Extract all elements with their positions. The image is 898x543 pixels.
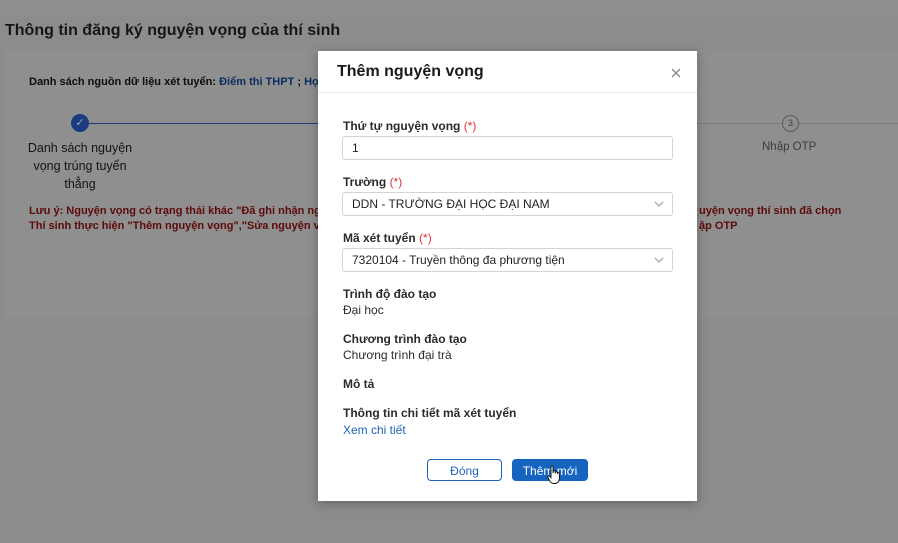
- required-mark: (*): [389, 175, 403, 189]
- order-input[interactable]: 1: [342, 136, 673, 160]
- required-mark: (*): [463, 119, 477, 133]
- modal-title: Thêm nguyện vọng: [337, 63, 484, 80]
- program-value: Chương trình đại trà: [343, 348, 452, 362]
- education-level-label: Trình độ đào tạo: [343, 287, 437, 301]
- source-list-label: Danh sách nguồn dữ liệu xét tuyển:: [29, 76, 217, 88]
- add-preference-modal: Thêm nguyện vọng Thứ tự nguyện vọng (*) …: [318, 51, 697, 501]
- step-3-label: Nhập OTP: [762, 141, 817, 153]
- source-separator: ;: [297, 76, 302, 88]
- step-connector: [798, 123, 898, 124]
- hand-cursor-icon: [547, 465, 560, 484]
- step-connector: [697, 123, 782, 124]
- step-1-check-icon: ✓: [71, 114, 89, 132]
- step-connector: [89, 123, 318, 124]
- chevron-down-icon: [654, 257, 664, 263]
- program-label: Chương trình đào tạo: [343, 332, 467, 346]
- admission-code-select[interactable]: 7320104 - Truyền thông đa phương tiện: [342, 248, 673, 272]
- top-bar: [0, 0, 898, 16]
- view-details-link[interactable]: Xem chi tiết: [343, 423, 406, 437]
- close-icon[interactable]: [669, 66, 683, 80]
- admission-code-label: Mã xét tuyển (*): [343, 231, 432, 245]
- note-line-2: Thí sinh thực hiện "Thêm nguyện vọng","S…: [29, 220, 320, 232]
- order-label: Thứ tự nguyện vọng (*): [343, 119, 477, 133]
- school-label: Trường (*): [343, 175, 403, 189]
- note-line-2-right: ập OTP: [699, 220, 738, 232]
- modal-header: Thêm nguyện vọng: [318, 51, 697, 93]
- description-label: Mô tả: [343, 377, 375, 391]
- education-level-value: Đại học: [343, 303, 384, 317]
- step-1-label: Danh sách nguyện vọng trúng tuyển thẳng: [27, 141, 133, 191]
- details-label: Thông tin chi tiết mã xét tuyển: [343, 406, 517, 420]
- step-3-number: 3: [782, 115, 799, 132]
- page-title: Thông tin đăng ký nguyện vọng của thí si…: [5, 22, 341, 39]
- required-mark: (*): [419, 231, 432, 245]
- source-list: Danh sách nguồn dữ liệu xét tuyển: Điểm …: [29, 76, 325, 88]
- note-line-1-right: uyện vọng thí sinh đã chọn: [699, 205, 842, 217]
- close-button[interactable]: Đóng: [427, 459, 502, 481]
- source-item-thpt[interactable]: Điểm thi THPT: [219, 76, 294, 88]
- chevron-down-icon: [654, 201, 664, 207]
- school-select[interactable]: DDN - TRƯỜNG ĐẠI HỌC ĐẠI NAM: [342, 192, 673, 216]
- note-line-1: Lưu ý: Nguyện vọng có trạng thái khác "Đ…: [29, 205, 328, 217]
